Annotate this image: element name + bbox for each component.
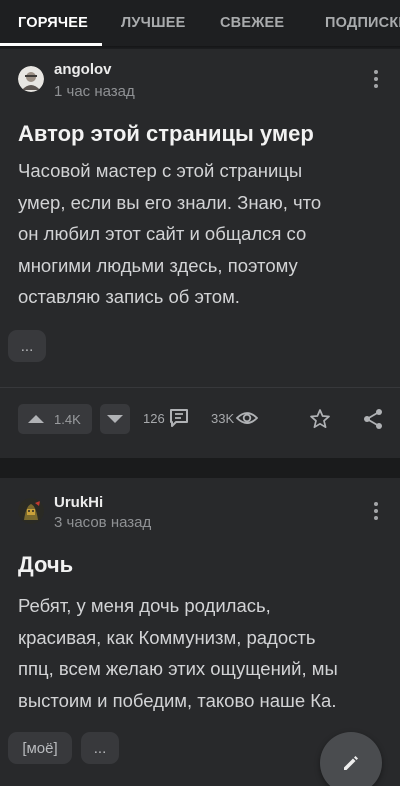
- eye-icon: [236, 408, 258, 428]
- upvote-button[interactable]: 1.4K: [18, 404, 92, 434]
- tab-bar: Горячее Лучшее Свежее Подписки: [0, 0, 400, 46]
- post-body-line: выстоим и победим, таково наше Ка.: [18, 689, 337, 711]
- more-vertical-icon[interactable]: [366, 67, 386, 91]
- post-body-line: он любил этот сайт и общался со: [18, 223, 307, 244]
- post-time: 1 час назад: [54, 83, 135, 100]
- tags-more-chip[interactable]: ...: [81, 732, 119, 764]
- post-body-line: Часовой мастер с этой страницы: [18, 160, 303, 181]
- post-title[interactable]: Автор этой страницы умер: [18, 121, 382, 147]
- post-separator: [0, 458, 400, 478]
- triangle-down-icon: [106, 413, 124, 425]
- post-body-line: многими людьми здесь, поэтому: [18, 254, 298, 276]
- author-name[interactable]: angolov: [54, 61, 112, 78]
- tags-more-chip[interactable]: ...: [8, 330, 46, 362]
- comment-icon[interactable]: [168, 407, 190, 429]
- comment-count[interactable]: 126: [143, 411, 165, 426]
- author-name[interactable]: UrukHi: [54, 494, 103, 511]
- tab-best[interactable]: Лучшее: [121, 0, 186, 46]
- post-body-line: оставляю запись об этом.: [18, 286, 240, 307]
- triangle-up-icon: [27, 413, 45, 425]
- post-time: 3 часов назад: [54, 514, 152, 531]
- post-body-line: ппц, всем желаю этих ощущений, мы: [18, 658, 338, 679]
- post-body-line: умер, если вы его знали. Знаю, что: [18, 191, 322, 213]
- compose-button[interactable]: [320, 732, 382, 786]
- divider: [0, 387, 400, 388]
- star-icon[interactable]: [308, 407, 332, 431]
- tab-hot[interactable]: Горячее: [18, 0, 88, 46]
- post-actions: 1.4K 126 33K: [0, 404, 400, 444]
- author-avatar[interactable]: [18, 66, 44, 92]
- post-body: Часовой мастер с этой страницы умер, есл…: [18, 155, 384, 313]
- view-count: 33K: [211, 411, 235, 426]
- tab-subscriptions[interactable]: Подписки: [325, 0, 400, 46]
- rating-value: 1.4K: [54, 412, 81, 427]
- post-title[interactable]: Дочь: [18, 552, 382, 578]
- pencil-icon: [341, 753, 361, 773]
- post-body-line: Ребят, у меня дочь родилась,: [18, 595, 271, 616]
- author-avatar[interactable]: [18, 498, 44, 524]
- post-body: Ребят, у меня дочь родилась, красивая, к…: [18, 590, 384, 716]
- post-card: angolov 1 час назад Автор этой страницы …: [0, 49, 400, 458]
- more-vertical-icon[interactable]: [366, 499, 386, 523]
- downvote-button[interactable]: [100, 404, 130, 434]
- tag-chip[interactable]: [моё]: [8, 732, 72, 764]
- tab-fresh[interactable]: Свежее: [220, 0, 284, 46]
- post-body-line: красивая, как Коммунизм, радость: [18, 626, 316, 648]
- share-icon[interactable]: [361, 407, 385, 431]
